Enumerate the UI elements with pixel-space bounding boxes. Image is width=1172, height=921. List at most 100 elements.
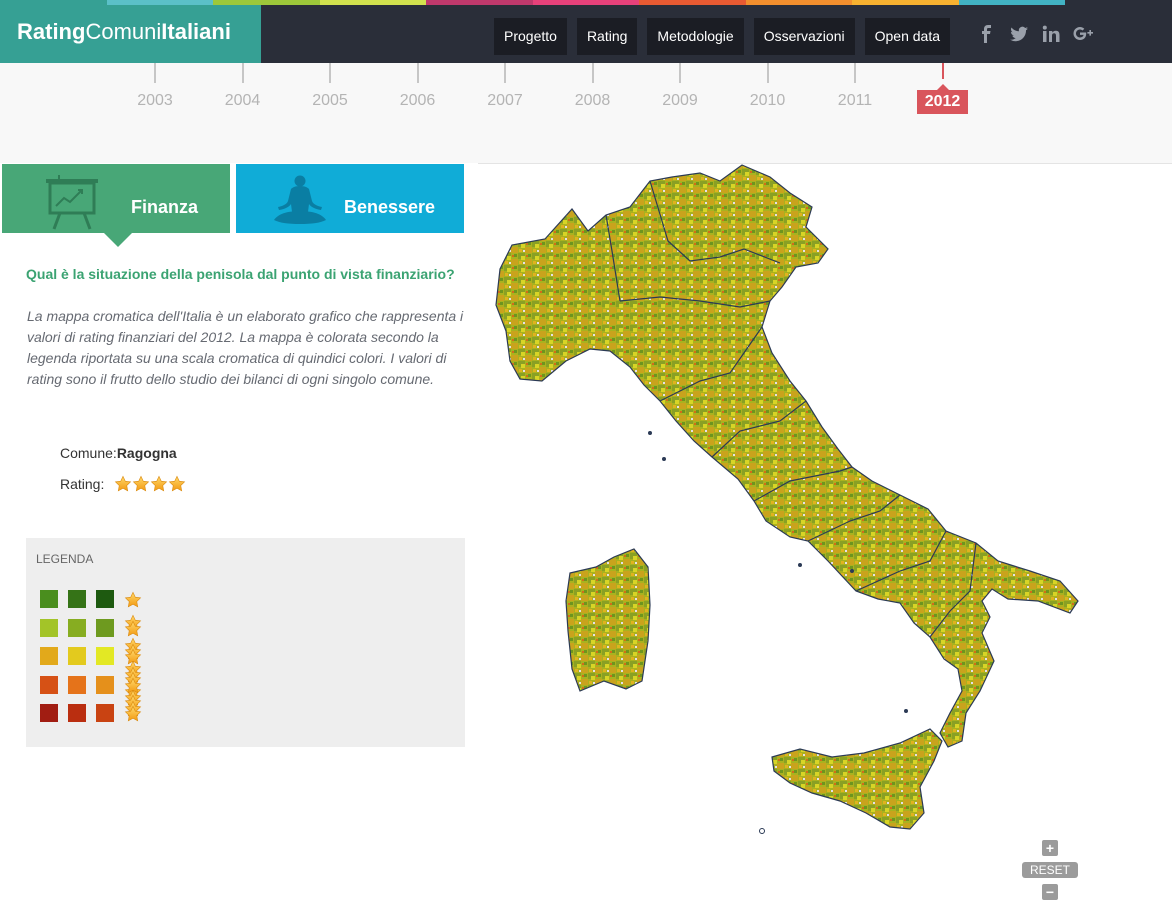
section-description: La mappa cromatica dell'Italia è un elab…: [27, 308, 464, 387]
section-question: Qual è la situazione della penisola dal …: [26, 266, 455, 282]
zoom-in-button[interactable]: +: [1042, 840, 1058, 856]
timeline-year-label: 2005: [312, 92, 348, 109]
timeline-year-label: 2007: [487, 92, 523, 109]
legend-title: LEGENDA: [36, 552, 94, 566]
timeline-year-2007[interactable]: 2007: [475, 63, 535, 111]
star-icon: [114, 475, 132, 493]
twitter-icon[interactable]: [1009, 24, 1029, 44]
timeline-year-2005[interactable]: 2005: [300, 63, 360, 111]
legend-color-swatch: [96, 618, 114, 637]
island-marker: [662, 457, 666, 461]
zoom-out-button[interactable]: −: [1042, 884, 1058, 900]
legend-stars: [124, 705, 142, 728]
legend-color-swatch: [68, 704, 86, 722]
island-marker: [798, 563, 802, 567]
timeline-year-2004[interactable]: 2004: [213, 63, 273, 111]
comune-value: Ragogna: [116, 445, 177, 461]
star-icon: [150, 475, 168, 493]
timeline-year-label: 2006: [399, 92, 436, 109]
selected-comune-info: Comune:Ragogna Rating:: [60, 445, 186, 505]
star-icon: [124, 620, 142, 638]
nav-progetto[interactable]: Progetto: [494, 18, 567, 55]
timeline-tick: [854, 63, 856, 83]
legend-color-swatch: [68, 618, 86, 637]
legend-color-swatch: [40, 704, 58, 722]
timeline-year-2012[interactable]: 2012: [913, 63, 973, 114]
timeline-tick: [154, 63, 156, 83]
legend-color-swatch: [68, 675, 86, 694]
timeline-tick: [941, 63, 944, 79]
timeline-tick: [591, 63, 594, 83]
legend-color-swatch: [40, 647, 58, 665]
tab-benessere-label: Benessere: [344, 197, 436, 217]
social-links: [977, 24, 1093, 44]
timeline-year-label: 2009: [662, 92, 698, 109]
facebook-icon[interactable]: [977, 24, 997, 44]
nav-metodologie[interactable]: Metodologie: [647, 18, 744, 55]
rating-stars: [114, 475, 186, 496]
map-zoom-controls: + RESET −: [1022, 840, 1078, 900]
linkedin-icon[interactable]: [1041, 24, 1061, 44]
tab-finanza[interactable]: Finanza: [2, 164, 230, 247]
tab-benessere[interactable]: Benessere: [236, 164, 464, 233]
legend-box: LEGENDA: [26, 538, 465, 747]
timeline-year-label: 2011: [837, 92, 873, 109]
star-icon: [124, 705, 142, 723]
island-marker: [850, 569, 854, 573]
island-marker: [759, 828, 765, 834]
logo-part-italiani: Italiani: [161, 19, 231, 44]
site-logo[interactable]: RatingComuniItaliani: [0, 5, 261, 63]
rating-label: Rating:: [60, 476, 105, 493]
legend-color-swatch: [40, 675, 58, 694]
timeline-tick: [329, 63, 331, 83]
sardinia-region[interactable]: [565, 548, 651, 692]
timeline-year-2009[interactable]: 2009: [650, 63, 710, 111]
year-timeline: 2003 2004 2005 2006 2007 2008 2009 2010 2011 2012: [0, 63, 1172, 163]
timeline-year-label: 2004: [224, 92, 261, 109]
island-marker: [904, 709, 908, 713]
legend-color-swatch: [40, 618, 58, 637]
logo-part-comuni: Comuni: [85, 19, 162, 44]
timeline-year-label: 2010: [749, 92, 786, 109]
active-tab-pointer: [104, 233, 132, 247]
legend-color-swatch: [40, 590, 58, 608]
info-panel: Finanza Benessere Qual è la situazione d…: [0, 163, 478, 915]
timeline-tick: [241, 63, 244, 83]
comune-label: Comune:: [60, 445, 117, 461]
legend-color-swatch: [68, 590, 86, 608]
star-icon: [124, 677, 142, 695]
star-icon: [168, 475, 186, 493]
legend-color-swatch: [68, 647, 86, 665]
logo-part-rating: Rating: [17, 19, 86, 44]
legend-color-swatch: [96, 675, 114, 694]
main-nav: Progetto Rating Metodologie Osservazioni…: [494, 18, 950, 55]
timeline-year-2006[interactable]: 2006: [388, 63, 448, 111]
sicily-region[interactable]: [771, 728, 943, 830]
timeline-tick: [766, 63, 769, 83]
italy-map-svg[interactable]: [478, 164, 1172, 916]
timeline-tick: [416, 63, 419, 83]
timeline-year-2010[interactable]: 2010: [738, 63, 798, 111]
timeline-year-label: 2008: [574, 92, 611, 109]
header-bar: RatingComuniItaliani Progetto Rating Met…: [0, 5, 1172, 63]
nav-rating[interactable]: Rating: [576, 18, 638, 55]
chart-presentation-icon: [45, 175, 101, 236]
nav-open-data[interactable]: Open data: [864, 18, 950, 55]
legend-color-swatch: [96, 590, 114, 608]
timeline-year-2011[interactable]: 2011: [825, 63, 885, 111]
nav-osservazioni[interactable]: Osservazioni: [753, 18, 855, 55]
timeline-year-2008[interactable]: 2008: [563, 63, 623, 111]
italy-map[interactable]: [478, 163, 1172, 916]
timeline-tick: [679, 63, 681, 83]
timeline-year-label: 2003: [137, 92, 173, 109]
reset-view-button[interactable]: RESET: [1022, 862, 1078, 878]
island-marker: [648, 431, 652, 435]
timeline-year-2003[interactable]: 2003: [125, 63, 185, 111]
timeline-tick: [504, 63, 506, 83]
legend-color-swatch: [96, 704, 114, 722]
legend-color-swatch: [96, 647, 114, 665]
star-icon: [124, 591, 142, 609]
timeline-year-label: 2012: [916, 84, 969, 114]
googleplus-icon[interactable]: [1073, 24, 1093, 44]
star-icon: [132, 475, 150, 493]
